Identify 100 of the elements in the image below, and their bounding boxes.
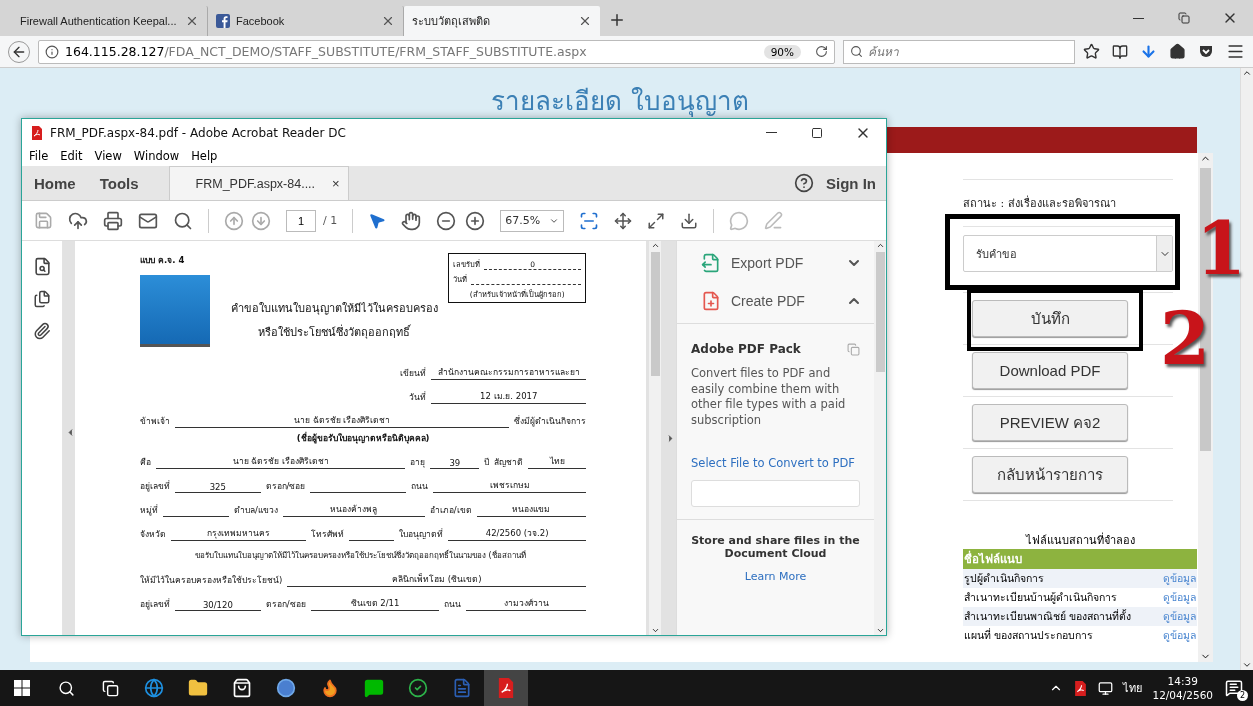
- action-button[interactable]: กลับหน้ารายการ: [972, 456, 1128, 493]
- reader-icon[interactable]: [1112, 43, 1128, 60]
- window-title: FRM_PDF.aspx-84.pdf - Adobe Acrobat Reader DC: [50, 125, 346, 140]
- form-value: คลินิกเพ็ทโฮม (ซินเขต): [287, 571, 587, 587]
- address-bar[interactable]: 164.115.28.127/FDA_NCT_DEMO/STAFF_SUBSTITUTE/FRM_STAFF_SUBSTITUTE.aspx 90%: [38, 39, 835, 64]
- file-create-icon[interactable]: [701, 291, 721, 311]
- info-icon[interactable]: [45, 44, 59, 59]
- learn-more-link[interactable]: Learn More: [744, 570, 807, 584]
- task-view-icon[interactable]: [101, 679, 119, 697]
- form-paragraph: ขอรับใบแทนใบอนุญาตให้มีไว้ในครอบครองหรือใช้ประโยชน์ซึ่งวัตถุออกฤทธิ์ในนามของ (ชื่อสถานที่: [194, 550, 527, 562]
- scroll-thumb[interactable]: [650, 252, 660, 376]
- print-icon[interactable]: [103, 210, 123, 231]
- search-icon[interactable]: [57, 679, 75, 697]
- view-link[interactable]: ดูข้อมูล: [1163, 627, 1196, 644]
- full-screen-icon[interactable]: [647, 211, 666, 230]
- view-link[interactable]: ดูข้อมูล: [1163, 608, 1196, 625]
- reload-icon[interactable]: [815, 45, 828, 58]
- notifications-button[interactable]: 2: [1223, 677, 1245, 699]
- pdf-file-icon: [30, 125, 44, 140]
- cloud-upload-icon[interactable]: [68, 210, 88, 231]
- pdf-file-icon: [1073, 680, 1089, 696]
- document-tab-title: FRM_PDF.aspx-84....: [195, 176, 316, 191]
- pointer-icon[interactable]: [368, 211, 387, 230]
- view-link[interactable]: ดูข้อมูล: [1163, 589, 1196, 606]
- form-label: หมู่ที่: [140, 503, 158, 517]
- check-circle-icon[interactable]: [408, 678, 428, 698]
- scrollbar[interactable]: [649, 241, 661, 635]
- page-scrollbar[interactable]: [1240, 68, 1253, 670]
- scroll-mode-icon[interactable]: [680, 211, 699, 230]
- clock[interactable]: 14:39 12/04/2560: [1152, 673, 1213, 703]
- windows-logo-icon[interactable]: [14, 680, 30, 696]
- nav-tab[interactable]: Home: [22, 166, 88, 200]
- close-tab-mark[interactable]: ×: [332, 176, 340, 191]
- form-value: เพชรเกษม: [433, 478, 587, 493]
- star-icon[interactable]: [1083, 43, 1100, 60]
- fit-page-icon[interactable]: [579, 210, 600, 231]
- action-button[interactable]: บันทึก: [972, 300, 1128, 337]
- search-field[interactable]: ค้นหา: [843, 39, 1075, 64]
- new-tab-icon[interactable]: [608, 11, 626, 29]
- view-link[interactable]: ดูข้อมูล: [1163, 570, 1196, 587]
- download-icon[interactable]: [1140, 43, 1157, 60]
- document-icon[interactable]: [452, 678, 472, 698]
- search-icon[interactable]: [173, 210, 193, 231]
- chat-icon[interactable]: [364, 678, 384, 698]
- zoom-level[interactable]: 90%: [763, 44, 801, 59]
- pages-icon[interactable]: [33, 290, 51, 308]
- network-icon[interactable]: [1098, 680, 1114, 696]
- action-button[interactable]: Download PDF: [972, 352, 1128, 389]
- menu-item[interactable]: Window: [133, 149, 180, 163]
- form-label: สัญชาติ: [494, 456, 524, 469]
- tool-item[interactable]: Create PDF: [677, 279, 874, 317]
- action-button[interactable]: PREVIEW คจ2: [972, 404, 1128, 441]
- menu-item[interactable]: View: [94, 149, 122, 163]
- browser-tab[interactable]: ระบบวัตถุเสพติด: [404, 6, 600, 36]
- folder-icon[interactable]: [188, 678, 208, 698]
- form-label: ตรอก/ซอย: [265, 597, 306, 611]
- scroll-down-icon: [650, 626, 660, 635]
- flame-icon[interactable]: [320, 678, 340, 698]
- help-icon[interactable]: [794, 173, 814, 193]
- menu-icon[interactable]: [1226, 42, 1245, 61]
- page-move-icon[interactable]: [614, 211, 633, 230]
- scroll-thumb[interactable]: [875, 252, 885, 372]
- zoom-in-icon[interactable]: [465, 210, 486, 231]
- form-label: จังหวัด: [140, 528, 166, 541]
- status-select[interactable]: รับคำขอ: [963, 235, 1173, 272]
- language-indicator[interactable]: ไทย: [1123, 679, 1143, 697]
- pocket-icon[interactable]: [1198, 43, 1214, 60]
- pdf-file-icon: [496, 678, 516, 698]
- zoom-select[interactable]: 67.5%: [500, 209, 565, 232]
- select-file-link[interactable]: Select File to Convert to PDF: [691, 456, 860, 471]
- attachment-icon[interactable]: [33, 322, 51, 340]
- menu-item[interactable]: File: [29, 149, 49, 163]
- shopping-bag-icon[interactable]: [232, 678, 252, 698]
- nav-tab[interactable]: Tools: [87, 166, 151, 200]
- file-export-icon[interactable]: [701, 253, 721, 273]
- form-value: ไทย: [528, 454, 587, 469]
- form-value: ซินเขต 2/11: [310, 595, 440, 611]
- document-tab[interactable]: FRM_PDF.aspx-84.... ×: [168, 166, 349, 200]
- home-icon[interactable]: [1169, 43, 1186, 60]
- file-search-icon[interactable]: [32, 257, 52, 276]
- hand-icon[interactable]: [401, 210, 422, 231]
- scrollbar[interactable]: [874, 241, 886, 635]
- globe-icon[interactable]: [144, 678, 164, 698]
- sign-in-link[interactable]: Sign In: [814, 166, 886, 200]
- close-icon[interactable]: [381, 14, 395, 28]
- close-icon[interactable]: [578, 14, 592, 28]
- scroll-up-icon: [875, 241, 885, 250]
- close-icon[interactable]: [185, 14, 199, 28]
- file-field[interactable]: [691, 480, 860, 508]
- menu-item[interactable]: Help: [191, 149, 218, 163]
- page-number-field[interactable]: 1: [286, 209, 316, 232]
- menu-item[interactable]: Edit: [60, 149, 83, 163]
- search-placeholder: ค้นหา: [868, 44, 899, 61]
- attachments-caption: ไฟล์แนบสถานที่จำลอง: [1024, 531, 1136, 549]
- zoom-out-icon[interactable]: [436, 210, 457, 231]
- clock-time: 14:39: [1167, 673, 1198, 688]
- tool-item[interactable]: Export PDF: [677, 241, 874, 279]
- circle-icon[interactable]: [276, 678, 296, 698]
- minimize-icon: [1132, 17, 1144, 19]
- page-total: / 1: [323, 214, 338, 227]
